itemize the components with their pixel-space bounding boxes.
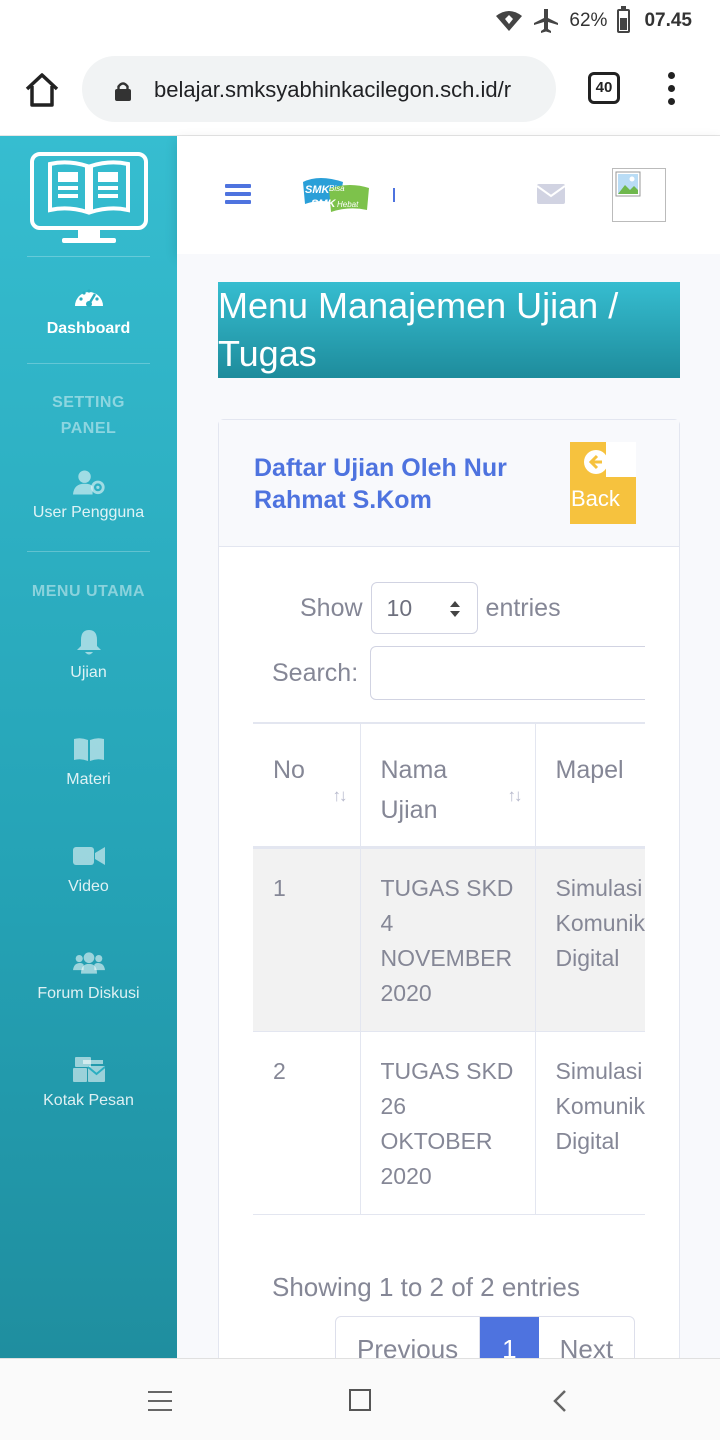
sidebar-item-label: Ujian: [70, 664, 107, 681]
back-button[interactable]: Back: [570, 442, 636, 524]
sidebar-divider: [27, 551, 150, 552]
logo-text: SMK: [311, 198, 337, 210]
back-button-label: Back: [571, 486, 620, 511]
url-text: belajar.smksyabhinkacilegon.sch.id/r: [154, 77, 512, 102]
select-arrows-icon: [449, 601, 460, 617]
pagination-next[interactable]: Next: [539, 1317, 634, 1358]
pagination-previous[interactable]: Previous: [336, 1317, 481, 1358]
pagination: Previous 1 Next: [335, 1316, 636, 1358]
sidebar: Dashboard SETTING PANEL User Pengguna ME…: [0, 136, 177, 1358]
status-icons: 62% 07.45: [495, 6, 692, 34]
battery-percent: 62%: [569, 10, 608, 31]
table-row[interactable]: 2 TUGAS SKD 26 OKTOBER 2020 Simulasi dan…: [253, 1031, 645, 1215]
logo-text: Bisa: [329, 184, 345, 193]
search-label: Search:: [272, 658, 359, 687]
card-title: Daftar Ujian Oleh Nur Rahmat S.Kom: [254, 454, 507, 514]
logo-text: SMK: [305, 184, 331, 196]
entries-length-control: Show 10 entries: [300, 582, 561, 634]
sidebar-divider: [27, 256, 150, 257]
cell-mapel: Simulasi dan Komunikasi Digital: [534, 1031, 645, 1215]
search-input[interactable]: [370, 646, 645, 700]
cell-no: 2: [253, 1031, 360, 1215]
sidebar-item-label: Forum Diskusi: [37, 985, 140, 1002]
sidebar-item-label: Materi: [66, 771, 111, 788]
sidebar-item-label: Kotak Pesan: [43, 1092, 134, 1109]
sort-icon: ↑↓: [507, 785, 523, 805]
cell-nama-ujian: TUGAS SKD 4 NOVEMBER 2020: [359, 847, 535, 1032]
battery-icon: [617, 6, 631, 33]
sidebar-item-label: Video: [68, 878, 109, 895]
logo-text: Hebat: [337, 200, 359, 209]
monitor-book-icon[interactable]: [28, 150, 150, 246]
tachometer-icon: [74, 289, 103, 307]
envelope-icon[interactable]: [537, 184, 565, 204]
home-icon[interactable]: [22, 70, 62, 110]
entries-select[interactable]: 10: [370, 582, 478, 634]
video-icon: [72, 847, 105, 865]
exam-table: No ↑↓ Nama Ujian ↑↓ Mapel 1 TUGAS SKD 4 …: [253, 722, 645, 1215]
column-header-label: Mapel: [555, 756, 624, 784]
sidebar-item-label: Dashboard: [46, 320, 131, 337]
sidebar-item-kotak-pesan[interactable]: Kotak Pesan: [0, 1056, 177, 1110]
table-header-row: No ↑↓ Nama Ujian ↑↓ Mapel: [253, 722, 645, 849]
entries-select-value: 10: [386, 595, 413, 621]
clock: 07.45: [644, 10, 692, 31]
column-header-label: Nama Ujian: [380, 756, 448, 824]
table-info: Showing 1 to 2 of 2 entries: [272, 1272, 580, 1302]
search-control: Search:: [272, 646, 645, 700]
recent-apps-menu-icon[interactable]: [148, 1391, 172, 1411]
android-navigation-bar: [0, 1358, 720, 1440]
sidebar-item-ujian[interactable]: Ujian: [0, 628, 177, 682]
entries-label: entries: [485, 593, 561, 622]
topbar: SMK Bisa SMK Hebat: [177, 136, 720, 254]
exam-list-card: Daftar Ujian Oleh Nur Rahmat S.Kom Back …: [218, 419, 680, 1358]
bell-icon: [76, 630, 101, 655]
mail-bulk-icon: [72, 1057, 105, 1082]
sort-icon: ↑↓: [332, 785, 348, 805]
table-row[interactable]: 1 TUGAS SKD 4 NOVEMBER 2020 Simulasi dan…: [253, 847, 645, 1032]
school-logo[interactable]: SMK Bisa SMK Hebat: [299, 176, 371, 216]
wifi-icon: [496, 11, 523, 31]
column-header-nama-ujian[interactable]: Nama Ujian ↑↓: [359, 722, 535, 849]
column-header-mapel[interactable]: Mapel: [534, 722, 645, 849]
card-header: Daftar Ujian Oleh Nur Rahmat S.Kom Back: [219, 420, 679, 547]
sidebar-heading-menu-utama: MENU UTAMA: [31, 583, 146, 600]
user-cog-icon: [72, 470, 105, 495]
main-content: Menu Manajemen Ujian / Tugas Daftar Ujia…: [177, 254, 720, 1358]
page-title: Menu Manajemen Ujian / Tugas: [218, 282, 680, 378]
sidebar-item-dashboard[interactable]: Dashboard: [0, 284, 177, 338]
book-open-icon: [73, 738, 104, 761]
users-icon: [72, 952, 105, 974]
kebab-menu-icon[interactable]: [668, 72, 676, 106]
sidebar-divider: [27, 363, 150, 364]
sidebar-item-materi[interactable]: Materi: [0, 735, 177, 789]
hamburger-icon[interactable]: [225, 184, 251, 204]
cell-mapel: Simulasi dan Komunikasi Digital: [534, 847, 645, 1032]
tab-switcher-button[interactable]: 40: [588, 72, 620, 104]
lock-icon: [115, 82, 131, 101]
browser-toolbar: belajar.smksyabhinkacilegon.sch.id/r 40: [0, 42, 720, 136]
column-header-no[interactable]: No ↑↓: [253, 722, 360, 849]
address-bar[interactable]: belajar.smksyabhinkacilegon.sch.id/r: [82, 56, 556, 122]
column-header-label: No: [273, 756, 305, 784]
show-label: Show: [300, 593, 363, 622]
pagination-page-1[interactable]: 1: [480, 1317, 539, 1358]
back-chevron-icon[interactable]: [552, 1389, 568, 1413]
sidebar-item-user-pengguna[interactable]: User Pengguna: [0, 468, 177, 522]
airplane-icon: [534, 9, 559, 33]
sidebar-heading-setting: SETTING PANEL: [52, 394, 125, 437]
cell-nama-ujian: TUGAS SKD 26 OKTOBER 2020: [359, 1031, 535, 1215]
avatar-broken-image[interactable]: [612, 168, 666, 222]
cell-no: 1: [253, 847, 360, 1032]
sidebar-item-forum-diskusi[interactable]: Forum Diskusi: [0, 949, 177, 1003]
datatable-wrapper: Show 10 entries Search: No ↑↓ Nama Ujian…: [253, 580, 645, 1358]
topbar-divider: [393, 188, 395, 202]
sidebar-item-video[interactable]: Video: [0, 842, 177, 896]
arrow-circle-left-icon: [584, 450, 608, 474]
android-status-bar: 62% 07.45: [0, 0, 720, 42]
home-square-icon[interactable]: [349, 1389, 371, 1411]
sidebar-item-label: User Pengguna: [32, 504, 145, 521]
